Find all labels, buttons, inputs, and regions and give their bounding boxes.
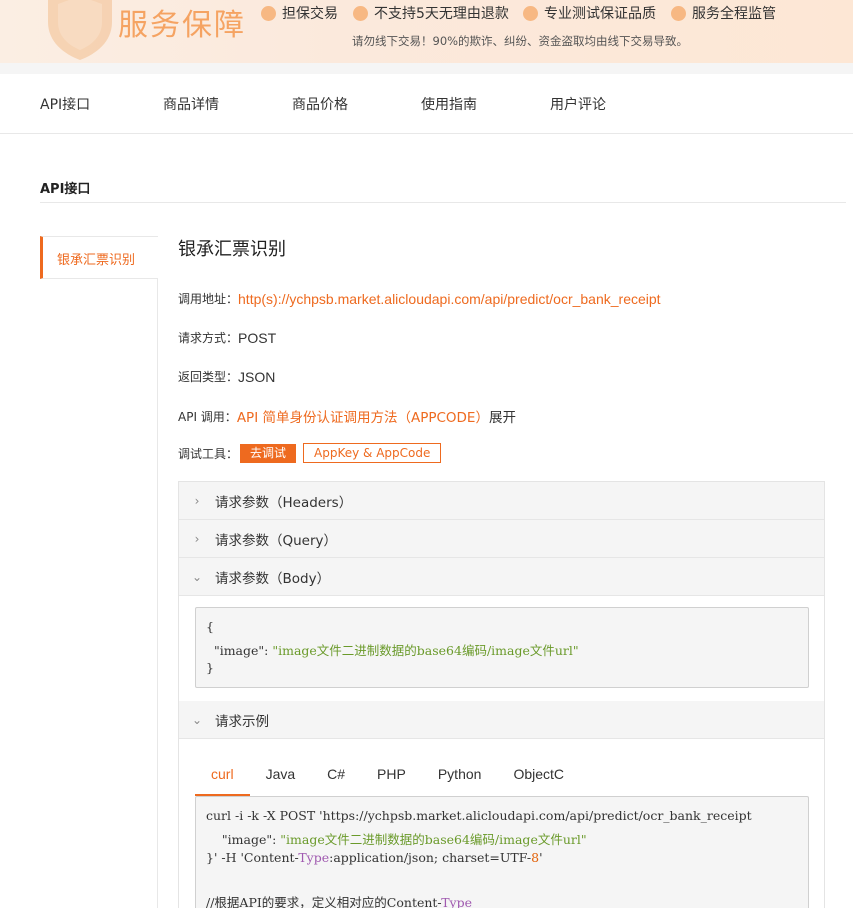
code-line: "image": "image文件二进制数据的base64编码/image文件u… [206,640,579,659]
feature-quality: 专业测试保证品质 [523,3,656,23]
code-line: } [206,660,214,675]
chevron-down-icon: ⌄ [191,569,203,584]
code-keyword: Type [441,895,473,908]
accordion-body[interactable]: ⌄ 请求参数（Body） [179,558,824,596]
return-value: JSON [238,368,276,385]
tab-product-details[interactable]: 商品详情 [163,94,219,114]
feature-label: 担保交易 [282,6,338,22]
api-url-row: 调用地址： http(s)://ychpsb.market.alicloudap… [178,290,661,307]
api-side-menu: 银承汇票识别 [40,236,158,908]
tool-label: 调试工具： [178,446,239,461]
chevron-down-icon: ⌄ [191,712,203,727]
accordion-query[interactable]: › 请求参数（Query） [179,520,824,558]
appcode-auth-link[interactable]: API 简单身份认证调用方法（APPCODE） [237,406,489,426]
shield-icon [48,0,112,60]
tab-python[interactable]: Python [422,754,498,796]
feature-no-refund: 不支持5天无理由退款 [353,3,509,23]
accordion-headers-label: 请求参数（Headers） [215,494,353,511]
code-line: //根据API的要求，定义相对应的Content-Type [206,892,472,908]
feature-label: 服务全程监管 [692,6,776,22]
divider [0,63,853,74]
appkey-appcode-button[interactable]: AppKey & AppCode [303,443,442,463]
code-text: :application/json; charset=UTF- [329,850,532,865]
code-line: { [206,619,214,634]
api-method-row: 请求方式： POST [178,329,276,346]
method-value: POST [238,329,277,346]
api-url-link[interactable]: http(s)://ychpsb.market.alicloudapi.com/… [238,291,661,307]
expand-link[interactable]: 展开 [489,406,516,426]
tab-user-reviews[interactable]: 用户评论 [550,94,606,114]
accordion-example[interactable]: ⌄ 请求示例 [179,701,824,739]
example-code-block: curl -i -k -X POST 'https://ychpsb.marke… [195,796,809,908]
request-accordion: › 请求参数（Headers） › 请求参数（Query） ⌄ 请求参数（Bod… [178,481,825,908]
chevron-right-icon: › [194,531,200,546]
language-tabs: curl Java C# PHP Python ObjectC [195,754,580,796]
banner-notice: 请勿线下交易！90%的欺诈、纠纷、资金盗取均由线下交易导致。 [352,34,689,48]
feature-label: 专业测试保证品质 [544,6,656,22]
code-line: }' -H 'Content-Type:application/json; ch… [206,850,543,865]
tab-curl[interactable]: curl [195,754,250,796]
code-number: 8 [531,850,540,865]
code-key: "image" [221,832,273,847]
section-title: API接口 [40,182,91,197]
tab-php[interactable]: PHP [361,754,422,796]
code-line: curl -i -k -X POST 'https://ychpsb.marke… [206,808,752,823]
accordion-query-label: 请求参数（Query） [215,532,338,549]
url-label: 调用地址： [178,292,239,306]
feature-dot-icon [261,5,276,21]
tab-csharp[interactable]: C# [311,754,361,796]
code-text: }' -H 'Content- [206,850,299,865]
code-string: "image文件二进制数据的base64编码/image文件url" [272,643,579,658]
code-comment: //根据API的要求，定义相对应的Content- [206,895,442,908]
side-item-bank-receipt[interactable]: 银承汇票识别 [40,236,158,279]
method-label: 请求方式： [178,331,239,345]
api-title: 银承汇票识别 [178,239,286,260]
chevron-right-icon: › [194,493,200,508]
body-code-block: { "image": "image文件二进制数据的base64编码/image文… [195,607,809,688]
api-call-row: API 调用： API 简单身份认证调用方法（APPCODE） 展开 [178,406,516,427]
feature-label: 不支持5天无理由退款 [374,6,509,22]
debug-button[interactable]: 去调试 [240,443,297,463]
code-text: ' [539,850,543,865]
tab-api[interactable]: API接口 [40,94,90,114]
accordion-headers[interactable]: › 请求参数（Headers） [179,482,824,520]
code-key: "image" [213,643,265,658]
divider [40,202,846,203]
service-guarantee-banner: 服务保障 担保交易 不支持5天无理由退款 专业测试保证品质 服务全程监管 请勿线… [0,0,853,63]
debug-tool-row: 调试工具： 去调试 AppKey & AppCode [178,443,442,463]
code-line: "image": "image文件二进制数据的base64编码/image文件u… [206,829,587,848]
call-label: API 调用： [178,409,237,424]
feature-dot-icon [671,5,686,21]
return-label: 返回类型： [178,370,239,384]
feature-dot-icon [353,5,368,21]
tab-usage-guide[interactable]: 使用指南 [421,94,477,114]
code-keyword: Type [298,850,330,865]
accordion-example-label: 请求示例 [215,713,269,730]
feature-guarantee-trade: 担保交易 [261,3,338,23]
product-nav: API接口 商品详情 商品价格 使用指南 用户评论 [0,74,853,134]
api-return-row: 返回类型： JSON [178,368,275,385]
feature-dot-icon [523,5,538,21]
accordion-body-label: 请求参数（Body） [215,570,331,587]
banner-title: 服务保障 [118,8,246,43]
tab-objectc[interactable]: ObjectC [497,754,580,796]
tab-product-price[interactable]: 商品价格 [292,94,348,114]
feature-supervision: 服务全程监管 [671,3,776,23]
tab-java[interactable]: Java [250,754,312,796]
code-string: "image文件二进制数据的base64编码/image文件url" [280,832,587,847]
